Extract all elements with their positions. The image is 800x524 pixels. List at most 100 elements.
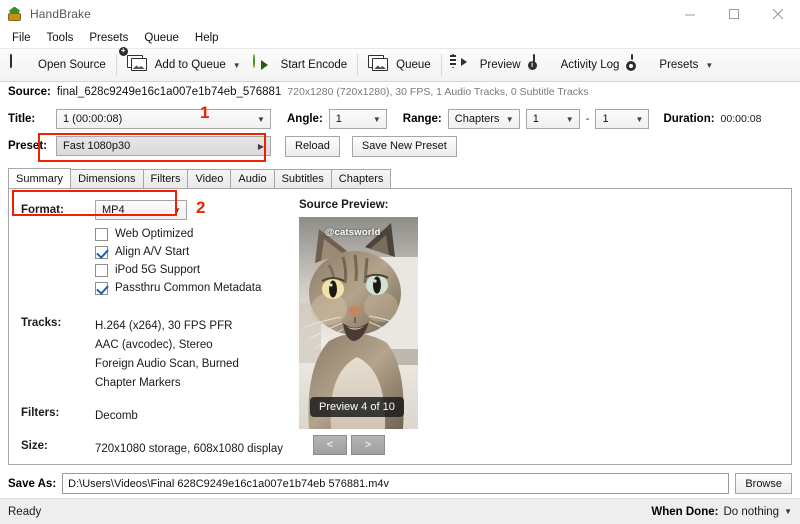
preview-thumbnail[interactable]: @catsworld Preview 4 of 10 [299, 217, 418, 429]
toolbar-separator [115, 54, 117, 76]
tab-filters[interactable]: Filters [142, 169, 189, 188]
checkbox-web-optimized[interactable]: Web Optimized [95, 225, 293, 243]
start-encode-button[interactable]: Start Encode [247, 50, 353, 80]
preview-counter-badge: Preview 4 of 10 [310, 397, 404, 417]
source-filename: final_628c9249e16c1a007e1b74eb_576881 [56, 86, 282, 98]
title-bar: HandBrake [0, 0, 800, 28]
size-label: Size: [21, 440, 48, 452]
filters-section: Filters: Decomb [21, 407, 293, 426]
activity-log-button[interactable]: i Activity Log [527, 50, 626, 80]
checkbox-passthru-common-metadata[interactable]: Passthru Common Metadata [95, 279, 293, 297]
save-new-preset-button[interactable]: Save New Preset [351, 135, 457, 157]
title-value: 1 (00:00:08) [63, 113, 123, 125]
preview-prev-button[interactable]: < [313, 435, 347, 455]
status-text: Ready [8, 505, 42, 518]
source-metadata: 720x1280 (720x1280), 30 FPS, 1 Audio Tra… [287, 86, 589, 98]
tracks-label: Tracks: [21, 317, 62, 329]
presets-button[interactable]: Presets ▼ [625, 50, 719, 80]
range-dash: - [585, 113, 590, 125]
chevron-right-icon: ▶ [257, 141, 265, 151]
angle-value: 1 [335, 113, 342, 125]
chevron-down-icon: ▼ [565, 114, 574, 124]
play-icon [252, 54, 275, 75]
checkbox-box[interactable] [95, 263, 108, 277]
angle-label: Angle: [287, 113, 323, 125]
checkbox-align-av-start[interactable]: Align A/V Start [95, 243, 293, 261]
track-line: AAC (avcodec), Stereo [95, 339, 213, 351]
checkbox-label: Passthru Common Metadata [115, 282, 262, 294]
activity-log-icon: i [527, 54, 555, 75]
format-dropdown[interactable]: MP4 ▼ [95, 200, 187, 220]
queue-button[interactable]: Queue [362, 50, 437, 80]
menu-presets[interactable]: Presets [81, 30, 136, 46]
toolbar-separator [440, 54, 442, 76]
start-encode-label: Start Encode [280, 59, 348, 71]
close-icon[interactable] [756, 0, 800, 28]
checkbox-label: Web Optimized [115, 228, 194, 240]
menu-help[interactable]: Help [187, 30, 227, 46]
add-to-queue-button[interactable]: + Add to Queue ▼ [118, 47, 247, 80]
chevron-down-icon: ▼ [505, 114, 514, 124]
preview-button[interactable]: Preview [446, 50, 527, 80]
preview-nav: < > [313, 435, 779, 455]
window-controls [668, 0, 800, 28]
checkbox-box[interactable] [95, 245, 108, 259]
duration-value: 00:00:08 [720, 113, 762, 125]
toolbar-separator [357, 54, 359, 76]
range-to-dropdown[interactable]: 1 ▼ [595, 109, 650, 129]
tab-audio[interactable]: Audio [230, 169, 275, 188]
tab-summary[interactable]: Summary [8, 168, 72, 188]
save-as-label: Save As: [8, 477, 57, 490]
menu-bar: File Tools Presets Queue Help [0, 28, 800, 48]
title-label: Title: [8, 113, 36, 125]
size-value: 720x1080 storage, 608x1080 display [95, 443, 283, 455]
title-dropdown[interactable]: 1 (00:00:08) ▼ [56, 109, 271, 129]
checkbox-label: Align A/V Start [115, 246, 190, 258]
tab-video[interactable]: Video [187, 169, 232, 188]
when-done-group: When Done: Do nothing ▼ [651, 506, 792, 518]
save-as-input[interactable]: D:\Users\Videos\Final 628C9249e16c1a007e… [62, 473, 730, 494]
window-title: HandBrake [30, 6, 91, 21]
status-bar: Ready When Done: Do nothing ▼ [0, 498, 800, 524]
minimize-icon[interactable] [668, 0, 712, 28]
angle-dropdown[interactable]: 1 ▼ [328, 109, 387, 129]
annotation-number-1: 1 [200, 103, 210, 122]
range-type-value: Chapters [454, 113, 500, 125]
chevron-down-icon: ▼ [372, 114, 381, 124]
open-source-button[interactable]: Open Source [4, 50, 112, 80]
preset-dropdown[interactable]: Fast 1080p30 ▶ [56, 136, 271, 156]
when-done-value[interactable]: Do nothing [723, 506, 779, 518]
title-row: Title: 1 (00:00:08) ▼ Angle: 1 ▼ Range: … [8, 106, 792, 132]
menu-file[interactable]: File [4, 30, 39, 46]
browse-button[interactable]: Browse [735, 473, 792, 494]
summary-panel: Format: MP4 ▼ Web Optimized Align A/V St… [8, 188, 792, 465]
save-as-row: Save As: D:\Users\Videos\Final 628C9249e… [0, 465, 800, 494]
reload-button[interactable]: Reload [285, 135, 340, 157]
tracks-section: Tracks: H.264 (x264), 30 FPS PFR AAC (av… [21, 317, 293, 393]
tab-chapters[interactable]: Chapters [330, 169, 392, 188]
handbrake-app-icon [7, 6, 23, 22]
menu-queue[interactable]: Queue [136, 30, 187, 46]
chevron-down-icon[interactable]: ▼ [233, 61, 241, 70]
chevron-down-icon[interactable]: ▼ [705, 61, 713, 70]
range-type-dropdown[interactable]: Chapters ▼ [447, 109, 520, 129]
preview-monitor-icon [451, 54, 474, 75]
activity-log-label: Activity Log [560, 59, 620, 71]
chevron-down-icon: ▼ [257, 114, 265, 124]
tab-dimensions[interactable]: Dimensions [70, 169, 144, 188]
range-from-dropdown[interactable]: 1 ▼ [525, 109, 580, 129]
checkbox-ipod-5g-support[interactable]: iPod 5G Support [95, 261, 293, 279]
menu-tools[interactable]: Tools [39, 30, 82, 46]
open-source-label: Open Source [38, 59, 106, 71]
preset-value: Fast 1080p30 [63, 140, 131, 152]
preview-next-button[interactable]: > [351, 435, 385, 455]
main-content: Source: final_628c9249e16c1a007e1b74eb_5… [0, 86, 800, 160]
tab-subtitles[interactable]: Subtitles [273, 169, 332, 188]
annotation-number-2: 2 [196, 198, 206, 217]
add-picture-icon: + [118, 47, 149, 75]
summary-left-column: Format: MP4 ▼ Web Optimized Align A/V St… [21, 199, 293, 455]
maximize-icon[interactable] [712, 0, 756, 28]
chevron-down-icon[interactable]: ▼ [784, 507, 792, 516]
checkbox-box[interactable] [95, 227, 108, 241]
checkbox-box[interactable] [95, 281, 108, 295]
